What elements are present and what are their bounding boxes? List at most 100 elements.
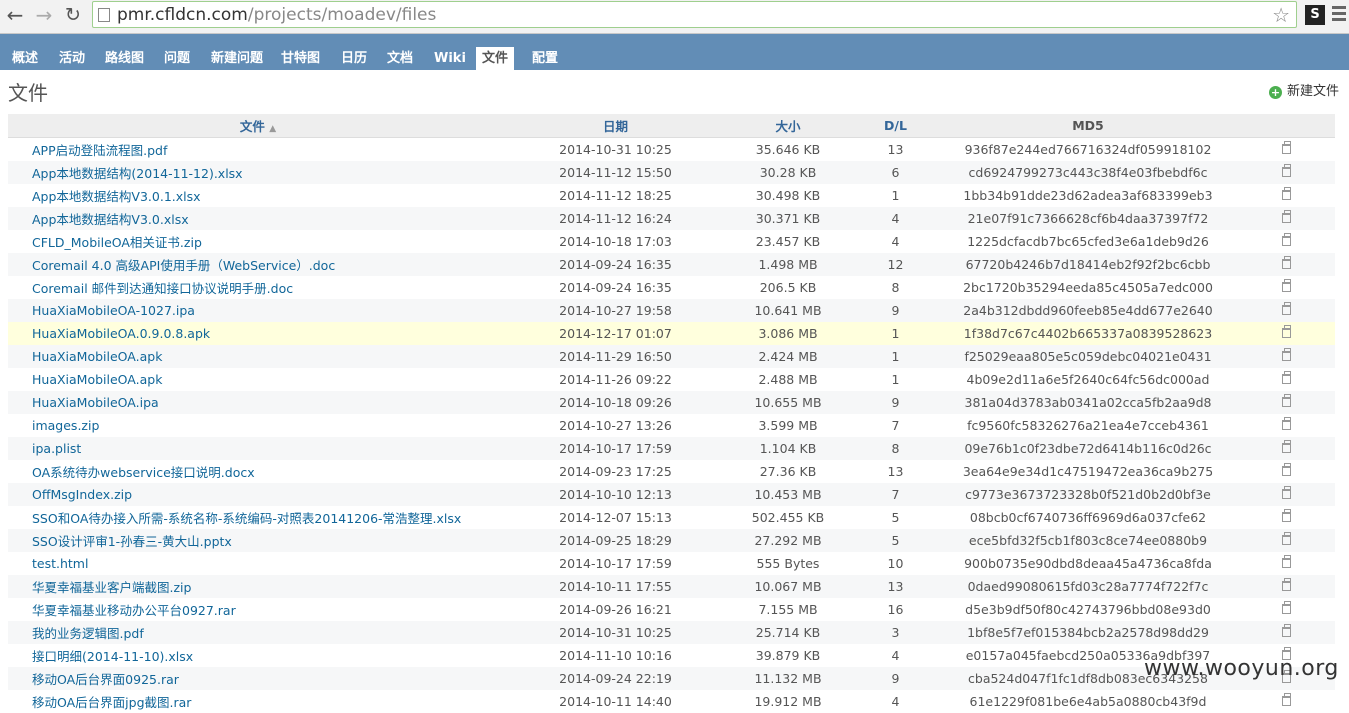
- file-size: 23.457 KB: [723, 230, 853, 253]
- trash-icon[interactable]: [1282, 210, 1291, 223]
- tab-1[interactable]: 活动: [53, 47, 91, 70]
- trash-icon[interactable]: [1282, 256, 1291, 269]
- browser-toolbar: ← → ↻ pmr.cfldcn.com/projects/moadev/fil…: [0, 0, 1349, 34]
- delete-cell: [1238, 483, 1335, 506]
- tab-7[interactable]: 文档: [381, 47, 419, 70]
- file-size: 27.36 KB: [723, 460, 853, 483]
- tab-4[interactable]: 新建问题: [205, 47, 269, 70]
- file-date: 2014-10-11 14:40: [508, 690, 723, 713]
- url-path: /projects/moadev/files: [247, 5, 437, 25]
- trash-icon[interactable]: [1282, 302, 1291, 315]
- file-link[interactable]: App本地数据结构(2014-11-12).xlsx: [8, 161, 508, 184]
- tab-2[interactable]: 路线图: [99, 47, 150, 70]
- column-header-dl[interactable]: D/L: [853, 114, 938, 138]
- tab-9[interactable]: 文件: [476, 47, 515, 70]
- file-size: 1.498 MB: [723, 253, 853, 276]
- file-date: 2014-12-07 15:13: [508, 506, 723, 529]
- file-link[interactable]: HuaXiaMobileOA.apk: [8, 368, 508, 391]
- file-link[interactable]: SSO和OA待办接入所需-系统名称-系统编码-对照表20141206-常浩整理.…: [8, 506, 508, 529]
- file-md5: 4b09e2d11a6e5f2640c64fc56dc000ad: [938, 368, 1238, 391]
- file-link[interactable]: App本地数据结构V3.0.xlsx: [8, 207, 508, 230]
- file-downloads: 13: [853, 575, 938, 598]
- column-header-size[interactable]: 大小: [723, 114, 853, 138]
- trash-icon[interactable]: [1282, 693, 1291, 706]
- trash-icon[interactable]: [1282, 164, 1291, 177]
- delete-cell: [1238, 391, 1335, 414]
- file-link[interactable]: test.html: [8, 552, 508, 575]
- file-link[interactable]: images.zip: [8, 414, 508, 437]
- column-header-date[interactable]: 日期: [508, 114, 723, 138]
- tab-0[interactable]: 概述: [6, 47, 44, 70]
- tab-6[interactable]: 日历: [335, 47, 373, 70]
- bookmark-star-icon[interactable]: ☆: [1272, 3, 1290, 27]
- reload-icon[interactable]: ↻: [62, 4, 84, 26]
- new-file-link[interactable]: + 新建文件: [1269, 80, 1339, 99]
- browser-menu-icon[interactable]: [1332, 6, 1346, 24]
- file-size: 30.371 KB: [723, 207, 853, 230]
- delete-cell: [1238, 276, 1335, 299]
- file-link[interactable]: Coremail 4.0 高级API使用手册（WebService）.doc: [8, 253, 508, 276]
- file-downloads: 1: [853, 184, 938, 207]
- trash-icon[interactable]: [1282, 578, 1291, 591]
- delete-cell: [1238, 207, 1335, 230]
- file-link[interactable]: ipa.plist: [8, 437, 508, 460]
- tab-10[interactable]: 配置: [526, 47, 564, 70]
- file-md5: 1f38d7c67c4402b665337a0839528623: [938, 322, 1238, 345]
- file-link[interactable]: 接口明细(2014-11-10).xlsx: [8, 644, 508, 667]
- trash-icon[interactable]: [1282, 348, 1291, 361]
- file-link[interactable]: APP启动登陆流程图.pdf: [8, 137, 508, 161]
- file-link[interactable]: HuaXiaMobileOA.apk: [8, 345, 508, 368]
- file-md5: c9773e3673723328b0f521d0b2d0bf3e: [938, 483, 1238, 506]
- trash-icon[interactable]: [1282, 233, 1291, 246]
- file-link[interactable]: HuaXiaMobileOA-1027.ipa: [8, 299, 508, 322]
- forward-arrow-icon[interactable]: →: [33, 4, 55, 26]
- file-md5: 2bc1720b35294eeda85c4505a7edc000: [938, 276, 1238, 299]
- trash-icon[interactable]: [1282, 325, 1291, 338]
- file-link[interactable]: App本地数据结构V3.0.1.xlsx: [8, 184, 508, 207]
- trash-icon[interactable]: [1282, 187, 1291, 200]
- new-file-label: 新建文件: [1287, 84, 1340, 99]
- file-downloads: 12: [853, 253, 938, 276]
- tab-5[interactable]: 甘特图: [275, 47, 326, 70]
- trash-icon[interactable]: [1282, 624, 1291, 637]
- tab-8[interactable]: Wiki: [428, 47, 472, 70]
- address-url[interactable]: pmr.cfldcn.com/projects/moadev/files: [117, 4, 436, 26]
- file-link[interactable]: Coremail 邮件到达通知接口协议说明手册.doc: [8, 276, 508, 299]
- trash-icon[interactable]: [1282, 371, 1291, 384]
- file-date: 2014-10-27 13:26: [508, 414, 723, 437]
- trash-icon[interactable]: [1282, 279, 1291, 292]
- trash-icon[interactable]: [1282, 440, 1291, 453]
- address-bar[interactable]: pmr.cfldcn.com/projects/moadev/files ☆: [92, 1, 1297, 28]
- file-link[interactable]: SSO设计评审1-孙春三-黄大山.pptx: [8, 529, 508, 552]
- file-md5: 2a4b312dbdd960feeb85e4dd677e2640: [938, 299, 1238, 322]
- file-link[interactable]: HuaXiaMobileOA.0.9.0.8.apk: [8, 322, 508, 345]
- table-row: HuaXiaMobileOA.0.9.0.8.apk 2014-12-17 01:…: [8, 322, 1335, 345]
- trash-icon[interactable]: [1282, 532, 1291, 545]
- trash-icon[interactable]: [1282, 486, 1291, 499]
- file-link[interactable]: 移动OA后台界面0925.rar: [8, 667, 508, 690]
- file-link[interactable]: OA系统待办webservice接口说明.docx: [8, 460, 508, 483]
- trash-icon[interactable]: [1282, 463, 1291, 476]
- trash-icon[interactable]: [1282, 601, 1291, 614]
- back-arrow-icon[interactable]: ←: [4, 4, 26, 26]
- trash-icon[interactable]: [1282, 141, 1291, 154]
- tab-3[interactable]: 问题: [158, 47, 196, 70]
- file-link[interactable]: OffMsgIndex.zip: [8, 483, 508, 506]
- url-host: pmr.cfldcn.com: [117, 5, 248, 25]
- file-date: 2014-10-18 17:03: [508, 230, 723, 253]
- file-downloads: 5: [853, 529, 938, 552]
- trash-icon[interactable]: [1282, 394, 1291, 407]
- file-link[interactable]: 华夏幸福基业客户端截图.zip: [8, 575, 508, 598]
- trash-icon[interactable]: [1282, 509, 1291, 522]
- file-link[interactable]: 华夏幸福基业移动办公平台0927.rar: [8, 598, 508, 621]
- file-link[interactable]: 我的业务逻辑图.pdf: [8, 621, 508, 644]
- trash-icon[interactable]: [1282, 417, 1291, 430]
- extension-button[interactable]: S: [1305, 5, 1325, 25]
- file-link[interactable]: HuaXiaMobileOA.ipa: [8, 391, 508, 414]
- trash-icon[interactable]: [1282, 555, 1291, 568]
- file-link[interactable]: 移动OA后台界面jpg截图.rar: [8, 690, 508, 713]
- column-header-file[interactable]: 文件 ▲: [8, 114, 508, 138]
- sort-asc-icon: ▲: [269, 124, 277, 134]
- table-header-row: 文件 ▲ 日期 大小 D/L MD5: [8, 114, 1335, 138]
- file-link[interactable]: CFLD_MobileOA相关证书.zip: [8, 230, 508, 253]
